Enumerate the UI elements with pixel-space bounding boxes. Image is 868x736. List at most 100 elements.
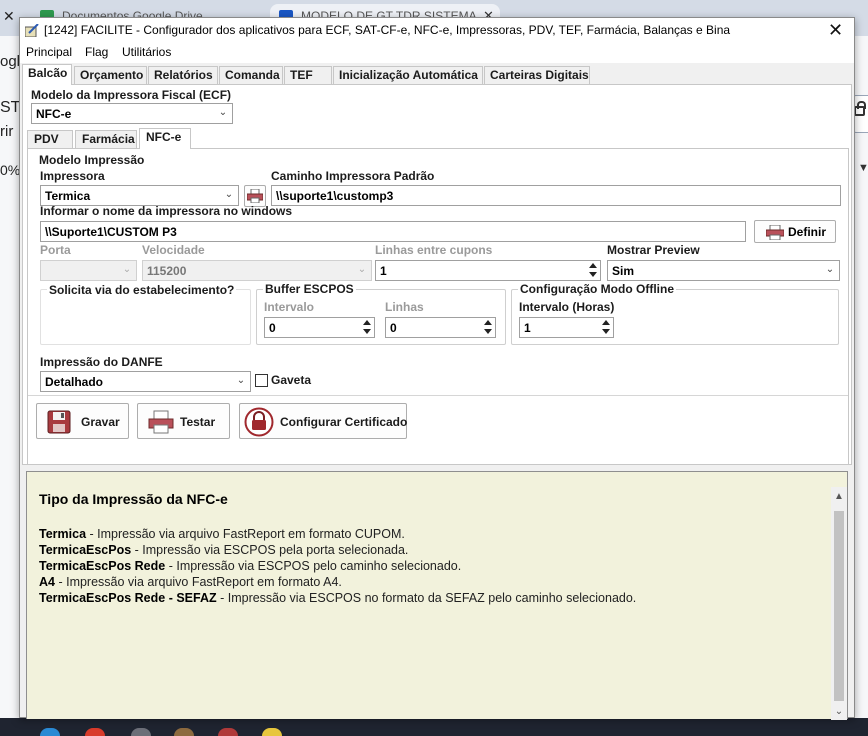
printer-label: Impressora [40,169,105,183]
ecf-model-value: NFC-e [36,107,72,121]
printer-icon [148,410,174,434]
tab-pdv[interactable]: PDV [27,130,73,148]
test-button[interactable]: Testar [137,403,230,439]
tab-tef[interactable]: TEF [284,66,332,84]
window-title: [1242] FACILITE - Configurador dos aplic… [44,23,731,37]
port-label: Porta [40,243,71,257]
chevron-down-icon[interactable]: ⌄ [356,264,368,276]
speed-select[interactable]: 115200 ⌄ [142,260,372,281]
chevron-down-icon[interactable]: ⌄ [824,264,836,276]
scroll-up-icon[interactable]: ▲ [833,491,845,503]
tab-farmacia[interactable]: Farmácia [75,130,137,148]
menu-principal[interactable]: Principal [26,45,72,59]
lines-between-input[interactable]: 1 [375,260,601,281]
tab-comanda[interactable]: Comanda [219,66,283,84]
offline-interval-input[interactable]: 1 [519,317,614,338]
tab-balcao[interactable]: Balcão [22,64,72,85]
danfe-label: Impressão do DANFE [40,355,163,369]
info-line: TermicaEscPos Rede - SEFAZ - Impressão v… [39,591,637,605]
tab-orcamento[interactable]: Orçamento [74,66,147,84]
danfe-select[interactable]: Detalhado ⌄ [40,371,251,392]
path-value: \\suporte1\customp3 [276,189,394,203]
spinner-icon[interactable] [600,319,612,336]
configure-certificate-button[interactable]: Configurar Certificado [239,403,407,439]
windows-name-value: \\Suporte1\CUSTOM P3 [45,225,177,239]
chevron-down-icon[interactable]: ⌄ [223,189,235,201]
save-button[interactable]: Gravar [36,403,129,439]
taskbar-app-icon[interactable] [218,728,238,736]
buffer-lines-label: Linhas [385,300,424,314]
info-line: A4 - Impressão via arquivo FastReport em… [39,575,342,589]
save-button-label: Gravar [81,415,120,429]
preview-select[interactable]: Sim ⌄ [607,260,840,281]
ecf-model-label: Modelo da Impressora Fiscal (ECF) [31,88,232,102]
ecf-model-select[interactable]: NFC-e ⌄ [31,103,233,124]
tab-inicializacao[interactable]: Inicialização Automática [333,66,483,84]
info-title: Tipo da Impressão da NFC-e [39,491,228,507]
buffer-lines-input[interactable]: 0 [385,317,496,338]
background-text: rir [0,123,14,140]
print-type-info: Tipo da Impressão da NFC-e Termica - Imp… [26,471,848,720]
taskbar-app-icon[interactable] [174,728,194,736]
background-text: ST [0,99,21,116]
tab-carteiras[interactable]: Carteiras Digitais [484,66,590,84]
scrollbar-thumb[interactable] [834,511,844,701]
offline-group: Configuração Modo Offline Intervalo (Hor… [511,282,839,345]
printer-icon [247,189,263,203]
taskbar-app-icon[interactable] [40,728,60,736]
close-icon[interactable]: ✕ [828,19,843,41]
printer-value: Termica [45,189,91,203]
floppy-disk-icon [47,410,71,434]
port-select[interactable]: ⌄ [40,260,137,281]
menu-utilitarios[interactable]: Utilitários [122,45,171,59]
tab-relatorios[interactable]: Relatórios [148,66,218,84]
spinner-icon[interactable] [361,319,373,336]
chevron-down-icon[interactable]: ⌄ [217,107,229,119]
offline-interval-value: 1 [524,321,531,335]
spinner-icon[interactable] [587,262,599,279]
offline-title: Configuração Modo Offline [518,282,676,296]
spinner-icon[interactable] [482,319,494,336]
danfe-value: Detalhado [45,375,104,389]
path-input[interactable]: \\suporte1\customp3 [271,185,841,206]
buffer-title: Buffer ESCPOS [263,282,356,296]
windows-name-input[interactable]: \\Suporte1\CUSTOM P3 [40,221,746,242]
drawer-checkbox[interactable] [255,374,268,387]
lock-icon [244,407,274,437]
printer-select[interactable]: Termica ⌄ [40,185,239,206]
offline-interval-label: Intervalo (Horas) [519,300,615,314]
chevron-down-icon[interactable]: ⌄ [121,264,133,276]
app-icon [25,24,39,37]
windows-name-label: Informar o nome da impressora no windows [40,204,293,218]
print-model-title: Modelo Impressão [39,153,145,167]
buffer-interval-value: 0 [269,321,276,335]
printer-icon [766,225,784,240]
scroll-down-icon[interactable]: ⌄ [833,706,845,718]
speed-label: Velocidade [142,243,205,257]
close-icon[interactable]: ✕ [3,8,15,25]
tab-nfce[interactable]: NFC-e [139,128,191,149]
preview-label: Mostrar Preview [607,243,700,257]
chevron-down-icon[interactable]: ⌄ [235,375,247,387]
taskbar-app-icon[interactable] [131,728,151,736]
lock-icon [854,101,866,116]
menu-flag[interactable]: Flag [85,45,108,59]
buffer-interval-label: Intervalo [264,300,315,314]
info-line: TermicaEscPos Rede - Impressão via ESCPO… [39,559,462,573]
configure-certificate-label: Configurar Certificado [280,415,408,429]
info-scrollbar[interactable]: ▲ ⌄ [831,487,847,720]
configurator-window: [1242] FACILITE - Configurador dos aplic… [19,17,855,720]
background-text: 0% [0,162,21,178]
buffer-interval-input[interactable]: 0 [264,317,375,338]
buffer-group: Buffer ESCPOS Intervalo 0 Linhas 0 [256,282,506,345]
taskbar-app-icon[interactable] [85,728,105,736]
define-button[interactable]: Definir [754,220,836,243]
solicita-group: Solicita via do estabelecimento? [40,283,251,345]
lines-between-label: Linhas entre cupons [375,243,493,257]
taskbar-app-icon[interactable] [262,728,282,736]
chevron-down-icon: ▼ [858,162,868,174]
path-label: Caminho Impressora Padrão [271,169,435,183]
menu-bar: Principal Flag Utilitários [20,43,854,63]
drawer-label: Gaveta [271,373,312,387]
title-bar: [1242] FACILITE - Configurador dos aplic… [20,18,854,43]
